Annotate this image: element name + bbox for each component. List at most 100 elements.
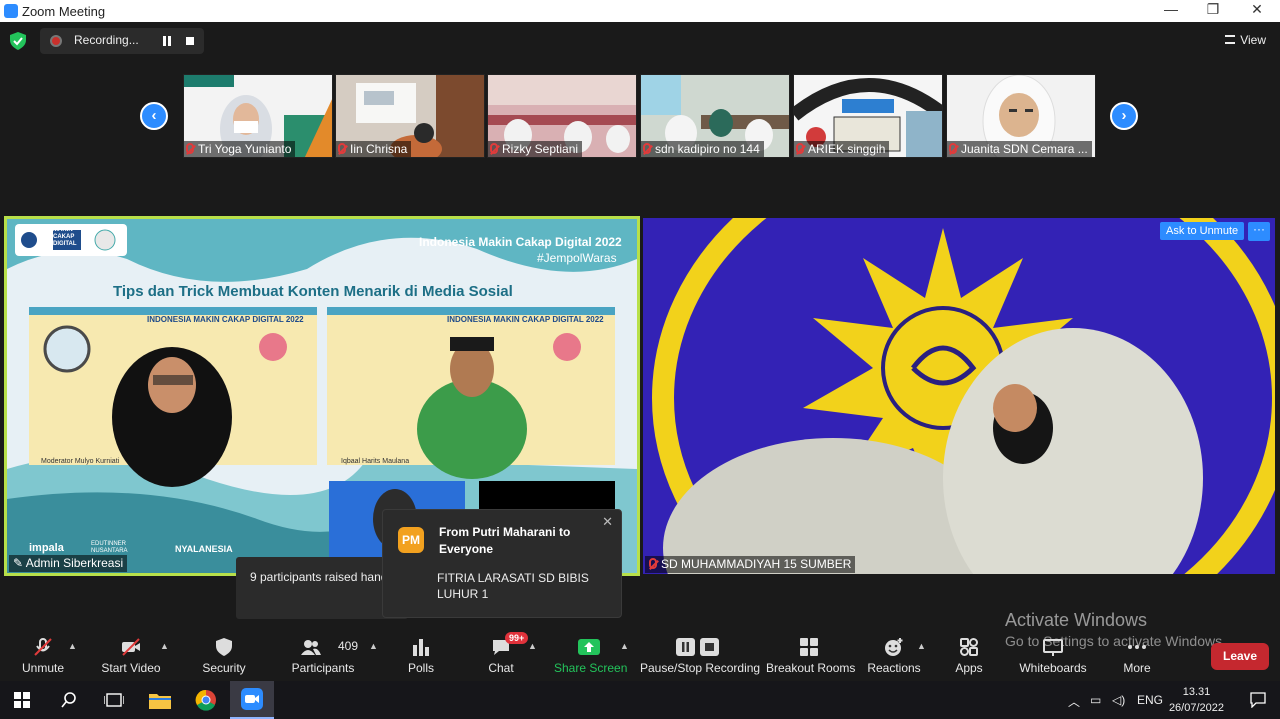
slide-title: Tips dan Trick Membuat Konten Menarik di… [113,283,513,300]
chat-caret-icon[interactable]: ▲ [528,641,537,651]
unmute-button[interactable]: Unmute [14,624,72,680]
whiteboards-button[interactable]: Whiteboards [1018,624,1088,680]
breakout-rooms-button[interactable]: Breakout Rooms [766,624,856,680]
chat-label: Chat [488,661,514,675]
minimize-button[interactable]: — [1156,1,1186,17]
chat-notification-popup[interactable]: PM From Putri Maharani to Everyone FITRI… [382,509,622,618]
video-thumbnail[interactable]: Juanita SDN Cemara ... [946,74,1096,158]
polls-button[interactable]: Polls [400,624,442,680]
more-button[interactable]: More [1116,624,1158,680]
start-button[interactable] [0,681,44,719]
taskbar-search-button[interactable] [46,681,90,719]
security-button[interactable]: Security [198,624,250,680]
stop-recording-button[interactable] [186,37,194,45]
audio-options-caret-icon[interactable]: ▲ [68,641,77,651]
video-thumbnail[interactable]: Tri Yoga Yunianto [183,74,333,158]
participant-name: sdn kadipiro no 144 [655,142,760,156]
windows-logo-icon [14,692,30,708]
recording-label: Recording... [74,33,139,47]
participants-label: Participants [291,661,355,675]
close-icon[interactable]: ✕ [602,514,613,530]
polls-label: Polls [407,661,434,675]
panel-header-2: INDONESIA MAKIN CAKAP DIGITAL 2022 [447,315,604,324]
zoom-app-icon [241,688,263,710]
clock-date: 26/07/2022 [1168,702,1224,714]
chrome-icon [195,689,216,711]
meeting-status-bar: Recording... View [0,22,1280,60]
muted-mic-icon [490,143,498,154]
breakout-grid-icon [800,638,818,656]
participant-name: Iin Chrisna [350,142,408,156]
tile-more-options-button[interactable]: ··· [1248,222,1270,241]
whiteboards-label: Whiteboards [1019,661,1087,675]
avatar: PM [398,527,424,553]
polls-bar-icon [413,639,429,656]
participant-name-tag: SD MUHAMMADIYAH 15 SUMBER [645,556,856,573]
volume-icon[interactable]: ◁) [1112,693,1125,707]
ask-to-unmute-button[interactable]: Ask to Unmute [1160,222,1245,240]
notification-center-icon[interactable] [1250,692,1266,708]
participants-icon [301,640,321,655]
close-window-button[interactable]: ✕ [1242,1,1272,18]
zoom-taskbar-button[interactable] [230,681,274,719]
view-button[interactable]: View [1225,33,1266,47]
participant-name: ARIEK singgih [808,142,886,156]
thumb-label: Iin Chrisna [336,141,412,157]
reactions-button[interactable]: Reactions [866,624,922,680]
participant-name: Tri Yoga Yunianto [198,142,292,156]
slide-hashtag: #JempolWaras [537,251,617,265]
video-thumbnail[interactable]: Rizky Septiani [487,74,637,158]
muted-microphone-icon [34,638,52,656]
file-explorer-taskbar-button[interactable] [138,681,182,719]
chat-message: FITRIA LARASATI SD BIBIS LUHUR 1 [437,571,589,601]
footer-logo: EDUTINNER NUSANTARA [91,541,128,554]
muted-mic-icon [338,143,346,154]
breakout-label: Breakout Rooms [766,661,856,675]
logo-text: MAKIN [53,227,73,233]
recording-indicator: Recording... [40,28,204,54]
share-screen-button[interactable]: Share Screen [554,624,628,680]
chat-unread-badge: 99+ [505,632,529,644]
whiteboard-icon [1043,639,1063,656]
share-screen-label: Share Screen [554,661,628,675]
video-thumbnail[interactable]: Iin Chrisna [335,74,485,158]
participants-caret-icon[interactable]: ▲ [369,641,378,651]
prev-page-arrow-icon[interactable]: ‹ [140,102,168,130]
chrome-taskbar-button[interactable] [184,681,228,719]
leave-meeting-button[interactable]: Leave [1211,643,1269,670]
search-icon [61,692,76,708]
tray-overflow-chevron-icon[interactable]: ︿ [1068,693,1080,710]
share-caret-icon[interactable]: ▲ [620,641,629,651]
next-page-arrow-icon[interactable]: › [1110,102,1138,130]
unmute-label: Unmute [21,661,65,675]
reactions-label: Reactions [867,661,921,675]
thumb-label: ARIEK singgih [794,141,890,157]
pause-stop-recording-button[interactable]: Pause/Stop Recording [640,624,760,680]
apps-button[interactable]: Apps [948,624,990,680]
video-thumbnail[interactable]: sdn kadipiro no 144 [640,74,790,158]
battery-icon[interactable]: ▭ [1090,693,1101,707]
participant-name-tag: ✎ Admin Siberkreasi [9,555,128,572]
pause-recording-button[interactable] [162,36,172,46]
reactions-smiley-icon [885,638,903,656]
logo-text: CAKAP [53,234,75,240]
video-options-caret-icon[interactable]: ▲ [160,641,169,651]
encryption-shield-icon[interactable] [10,32,26,50]
window-titlebar: Zoom Meeting — ❐ ✕ [0,0,1280,22]
participant-name: SD MUHAMMADIYAH 15 SUMBER [661,557,852,571]
participant-video-tile[interactable]: Ask to Unmute ··· SD MUHAMMADIYAH 15 SUM… [643,218,1275,574]
task-view-icon [104,693,124,707]
share-screen-icon [578,639,600,655]
input-language[interactable]: ENG [1137,693,1163,707]
apps-label: Apps [955,661,983,675]
task-view-button[interactable] [92,681,136,719]
taskbar-clock[interactable]: 13.31 26/07/2022 [1169,684,1224,716]
view-grid-icon [1225,35,1236,44]
participant-name: Juanita SDN Cemara ... [961,142,1088,156]
start-video-button[interactable]: Start Video [100,624,162,680]
reactions-caret-icon[interactable]: ▲ [917,641,926,651]
participants-button[interactable]: 409 Participants [290,624,358,680]
muted-mic-icon [643,143,651,154]
maximize-button[interactable]: ❐ [1198,1,1228,18]
video-thumbnail[interactable]: ARIEK singgih [793,74,943,158]
